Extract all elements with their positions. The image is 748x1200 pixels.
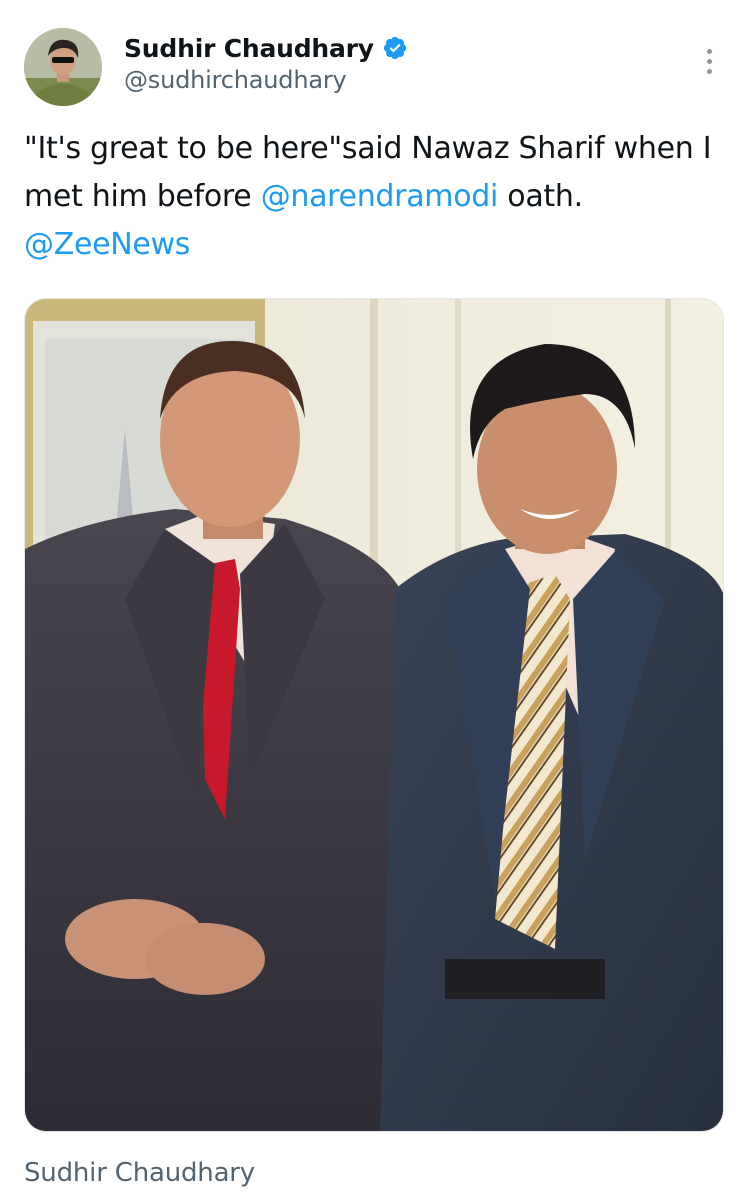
more-dot	[706, 58, 712, 64]
avatar[interactable]	[24, 28, 102, 106]
mention-link-narendramodi[interactable]: @narendramodi	[261, 179, 499, 214]
tweet-text: "It's great to be here"said Nawaz Sharif…	[24, 125, 714, 269]
tweet-photo[interactable]	[24, 298, 724, 1132]
footer-author-name[interactable]: Sudhir Chaudhary	[24, 1158, 255, 1188]
more-vertical-icon[interactable]	[696, 44, 722, 78]
author-handle[interactable]: @sudhirchaudhary	[124, 66, 408, 94]
more-dot	[706, 48, 712, 54]
more-dot	[706, 68, 712, 74]
author-block: Sudhir Chaudhary @sudhirchaudhary	[124, 30, 408, 94]
author-display-name[interactable]: Sudhir Chaudhary	[124, 34, 374, 63]
verified-badge-icon	[382, 35, 408, 61]
mention-link-zeenews[interactable]: @ZeeNews	[24, 227, 190, 262]
tweet-card[interactable]: Sudhir Chaudhary @sudhirchaudhary "It's …	[0, 0, 748, 1200]
tweet-text-part: oath.	[498, 179, 583, 214]
name-row: Sudhir Chaudhary	[124, 30, 408, 66]
